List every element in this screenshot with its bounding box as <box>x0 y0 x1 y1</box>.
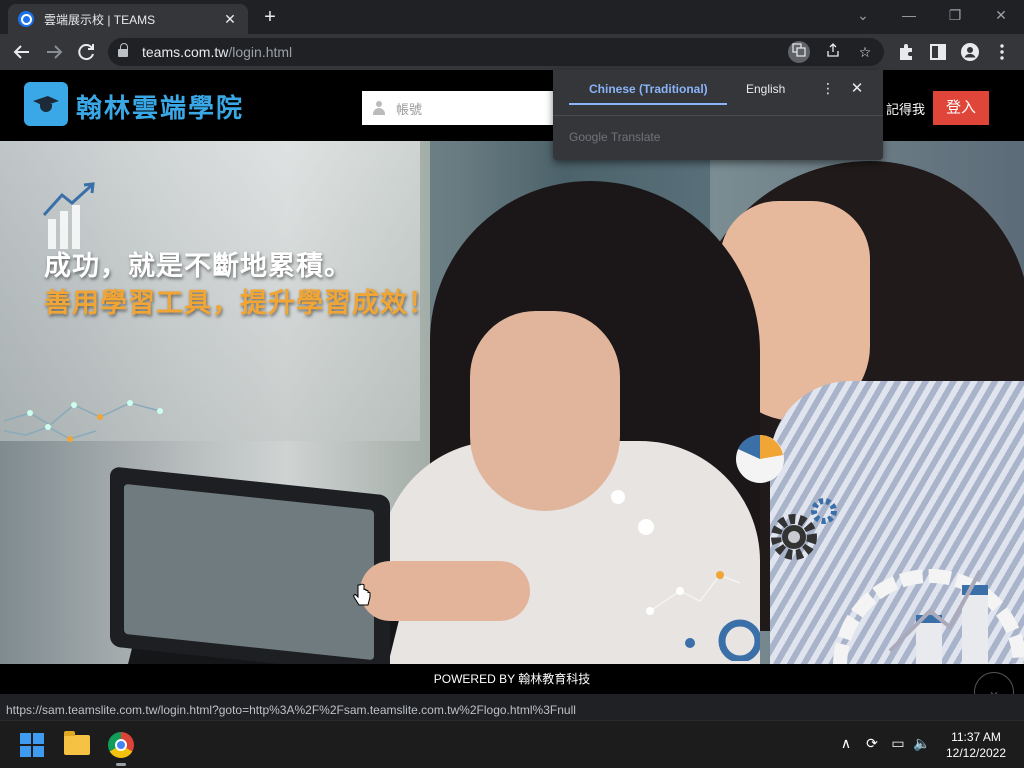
active-tab-indicator <box>569 103 727 105</box>
hero-banner: 成功，就是不斷地累積。 善用學習工具，提升學習成效！ <box>0 141 1024 664</box>
windows-start-icon[interactable] <box>20 733 44 757</box>
user-icon <box>372 101 386 115</box>
username-placeholder: 帳號 <box>396 101 423 117</box>
address-bar[interactable]: teams.com.tw/login.html ☆ <box>108 38 884 66</box>
sync-icon[interactable]: ⟳ <box>862 735 882 752</box>
clock-time: 11:37 AM <box>951 730 1001 744</box>
username-field[interactable]: 帳號 <box>362 91 554 125</box>
site-logo-text[interactable]: 翰林雲端學院 <box>76 88 244 125</box>
display-icon[interactable]: ▭ <box>888 735 908 752</box>
arrow-right-icon <box>47 45 63 59</box>
new-tab-button[interactable]: + <box>258 6 282 30</box>
web-page: 翰林雲端學院 帳號 記得我 登入 成功，就是不斷地累積。 善用學習工具，提升學習… <box>0 70 1024 694</box>
side-panel-icon <box>930 44 946 60</box>
url-text: teams.com.tw/login.html <box>142 44 293 60</box>
arrow-left-icon <box>13 45 29 59</box>
remember-me-label[interactable]: 記得我 <box>886 99 925 118</box>
network-line-decoration-icon <box>3 400 163 442</box>
growth-chart-icon <box>42 182 95 249</box>
powered-by-footer: POWERED BY 翰林教育科技 <box>0 664 1024 694</box>
close-window-button[interactable]: ✕ <box>978 4 1024 26</box>
tray-overflow-chevron-icon[interactable]: ∧ <box>836 735 856 752</box>
browser-toolbar: teams.com.tw/login.html ☆ <box>0 34 1024 70</box>
hero-tablet-screen <box>124 483 374 661</box>
kebab-menu-icon <box>1000 44 1004 60</box>
reload-icon <box>78 44 94 61</box>
browser-menu-button[interactable] <box>990 40 1014 64</box>
taskbar: ∧ ⟳ ▭ 🔈 11:37 AM 12/12/2022 <box>0 720 1024 768</box>
share-icon[interactable] <box>822 41 844 63</box>
bar-gauge-decoration-icon <box>833 569 1024 664</box>
site-favicon-icon <box>18 11 34 27</box>
hero-slogan-line2: 善用學習工具，提升學習成效！ <box>44 288 436 318</box>
profile-avatar-icon <box>961 43 979 61</box>
google-translate-brand: Google Translate <box>569 130 661 144</box>
divider <box>553 115 883 116</box>
circles-decoration-icon <box>611 490 654 535</box>
tab-target-language[interactable]: English <box>746 82 785 96</box>
share-glyph-icon <box>827 43 839 57</box>
hero-hand <box>360 561 530 621</box>
minimize-button[interactable]: — <box>886 4 932 26</box>
reload-button[interactable] <box>74 40 98 64</box>
tab-source-language[interactable]: Chinese (Traditional) <box>589 82 708 96</box>
pie-chart-icon <box>736 434 784 483</box>
side-panel-button[interactable] <box>926 40 950 64</box>
restore-button[interactable]: ❐ <box>932 4 978 26</box>
tab-close-icon[interactable]: ✕ <box>222 11 238 28</box>
puzzle-icon <box>900 44 912 60</box>
nodes-decoration-icon <box>646 571 760 661</box>
volume-icon[interactable]: 🔈 <box>912 735 932 752</box>
translate-close-icon[interactable]: ✕ <box>849 79 865 97</box>
hero-slogan-line1: 成功，就是不斷地累積。 <box>44 251 352 281</box>
system-clock[interactable]: 11:37 AM 12/12/2022 <box>940 729 1012 761</box>
graduation-cap-logo-icon[interactable] <box>24 82 68 126</box>
active-app-indicator <box>116 763 126 766</box>
login-button[interactable]: 登入 <box>933 91 989 125</box>
chrome-icon[interactable] <box>108 732 134 758</box>
lock-icon <box>118 43 128 58</box>
back-button[interactable] <box>10 40 34 64</box>
bookmark-star-icon[interactable]: ☆ <box>854 41 876 63</box>
profile-button[interactable] <box>958 40 982 64</box>
translate-options-icon[interactable]: ⋮ <box>821 80 835 97</box>
clock-date: 12/12/2022 <box>945 746 1007 760</box>
file-explorer-icon[interactable] <box>64 731 90 755</box>
hero-girl-face <box>470 311 620 511</box>
extensions-button[interactable] <box>894 40 918 64</box>
tab-title: 雲端展示校 | TEAMS <box>44 12 156 27</box>
translate-glyph-icon <box>792 43 806 57</box>
tab-strip: 雲端展示校 | TEAMS ✕ + ⌄ — ❐ ✕ <box>0 0 1024 34</box>
hand-cursor-icon <box>353 583 371 606</box>
browser-tab[interactable]: 雲端展示校 | TEAMS ✕ <box>8 4 248 34</box>
translate-icon[interactable] <box>788 41 810 63</box>
status-bar-url: https://sam.teamslite.com.tw/login.html?… <box>0 700 582 720</box>
tab-search-button[interactable]: ⌄ <box>840 4 886 26</box>
translate-popup: Chinese (Traditional) English ⋮ ✕ Google… <box>553 70 883 160</box>
forward-button[interactable] <box>42 40 66 64</box>
